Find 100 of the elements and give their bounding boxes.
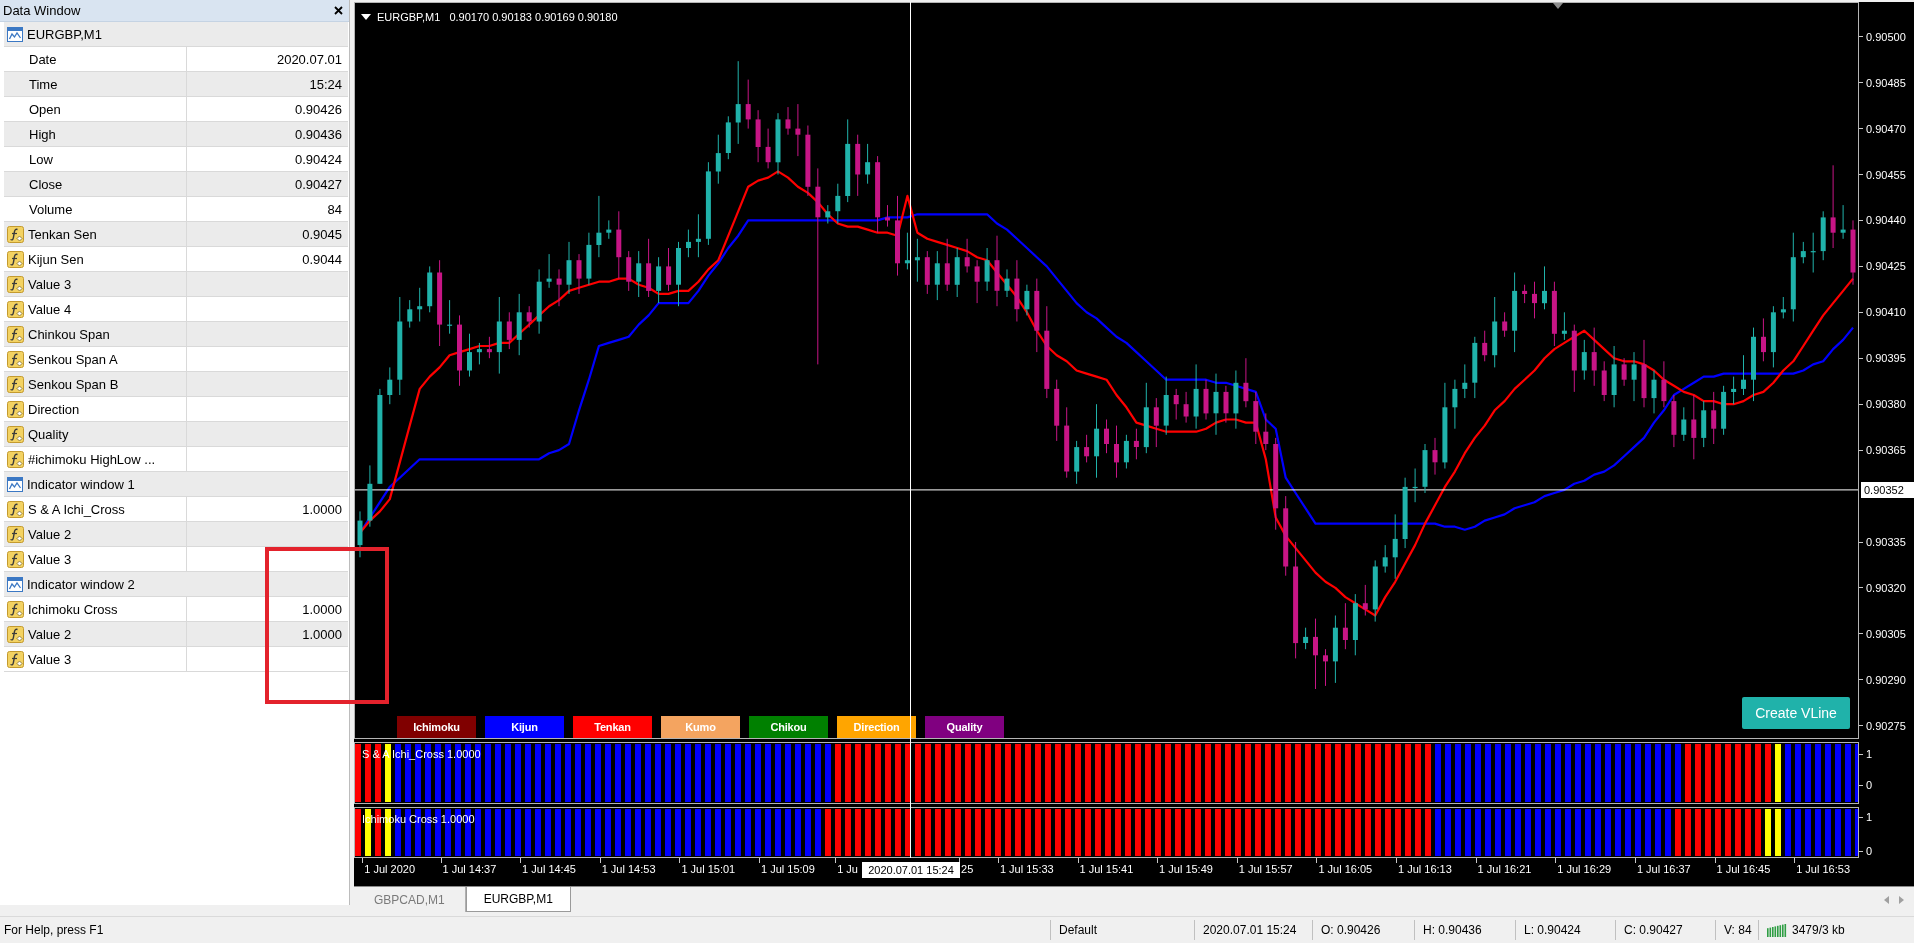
legend-button[interactable]: Quality — [925, 716, 1004, 738]
field-value: 1.0000 — [302, 601, 342, 617]
price-label: 0.90410 — [1866, 306, 1906, 319]
candlestick — [1114, 425, 1119, 479]
time-label: 1 Jul 14:53 — [601, 863, 656, 875]
time-label: 1 Jul 16:45 — [1716, 863, 1771, 875]
candlestick — [964, 238, 970, 273]
candlestick — [835, 183, 841, 224]
field-label: Close — [29, 176, 63, 192]
scale-label: 1 — [1866, 748, 1873, 760]
legend-button[interactable]: Ichimoku — [397, 716, 476, 738]
candlestick — [1591, 327, 1597, 387]
candlestick — [1213, 373, 1219, 436]
candlestick — [984, 247, 990, 292]
row-label: Indicator window 2 — [27, 576, 135, 592]
candlestick — [1761, 317, 1766, 362]
candlestick — [1263, 412, 1269, 451]
shift-marker-icon[interactable] — [1553, 3, 1563, 9]
candlestick — [476, 342, 482, 365]
candlestick — [1392, 513, 1398, 580]
candlestick — [1651, 370, 1657, 414]
chart-tab[interactable]: EURGBP,M1 — [465, 887, 571, 912]
field-label: Senkou Span B — [28, 376, 119, 392]
candlestick — [526, 305, 532, 329]
field-label: Value 3 — [28, 276, 72, 292]
field-label: Value 2 — [28, 626, 72, 642]
field-label: Direction — [28, 401, 80, 417]
field-label: Time — [29, 76, 58, 92]
candlestick — [576, 253, 582, 295]
candlestick — [1542, 265, 1547, 310]
time-label: 1 Jul 16:05 — [1318, 863, 1373, 875]
symbol-label: EURGBP,M1 — [377, 11, 441, 23]
candlestick — [1631, 351, 1637, 402]
candlestick — [865, 143, 871, 185]
time-label: 25 — [961, 863, 974, 875]
time-label: 1 Jul 15:57 — [1238, 863, 1293, 875]
candlestick — [914, 238, 920, 283]
candlestick — [1123, 434, 1129, 469]
function-icon — [7, 500, 24, 518]
chart-tab[interactable]: GBPCAD,M1 — [354, 887, 466, 912]
function-icon — [7, 350, 24, 368]
time-label: 1 Jul 16:29 — [1557, 863, 1612, 875]
candlestick — [467, 333, 472, 378]
candlestick — [546, 253, 552, 289]
candlestick — [1800, 241, 1806, 264]
candlestick — [1532, 281, 1537, 319]
field-label: Chinkou Span — [28, 326, 110, 342]
vline-button[interactable]: Create VLine — [1742, 697, 1850, 729]
row-label: Indicator window 1 — [27, 476, 135, 492]
function-icon — [7, 400, 24, 418]
function-icon — [7, 450, 24, 468]
time-label: 1 Jul 15:09 — [761, 863, 815, 875]
chart-window-icon — [7, 576, 23, 592]
candlestick — [1223, 385, 1229, 424]
candlestick — [1711, 391, 1717, 445]
legend-button[interactable]: Chikou — [749, 716, 828, 738]
legend-button[interactable]: Tenkan — [573, 716, 652, 738]
function-icon — [7, 225, 24, 243]
field-value: 2020.07.01 — [276, 51, 342, 67]
candlestick — [1462, 363, 1468, 399]
candlestick — [1780, 296, 1786, 319]
candlestick — [785, 106, 791, 136]
candlestick — [666, 247, 672, 292]
candlestick — [1313, 618, 1318, 690]
time-label: 1 Jul 14:45 — [522, 863, 576, 875]
candlestick — [1432, 437, 1438, 476]
status-text: 2020.07.01 15:24 — [1203, 923, 1297, 937]
function-icon — [7, 550, 24, 568]
crosshair-price-label: 0.90352 — [1861, 481, 1914, 498]
candlestick — [1153, 397, 1159, 448]
candlestick — [1661, 360, 1667, 408]
close-icon[interactable] — [334, 6, 343, 15]
candlestick — [606, 219, 612, 240]
candlestick — [1731, 376, 1737, 405]
candlestick — [745, 79, 751, 130]
candlestick — [506, 311, 512, 350]
time-label: 1 Jul 15:33 — [999, 863, 1054, 875]
field-label: Low — [29, 151, 53, 167]
candlestick — [1323, 648, 1328, 687]
scale-label: 0 — [1866, 779, 1873, 791]
status-text: H: 0.90436 — [1423, 923, 1482, 937]
candlestick — [1621, 357, 1627, 387]
candlestick — [1084, 434, 1090, 463]
caret-icon[interactable] — [361, 14, 371, 20]
candlestick — [1173, 388, 1179, 420]
field-value: 0.90426 — [295, 101, 342, 117]
status-text: O: 0.90426 — [1321, 923, 1381, 937]
scale-label: 1 — [1866, 811, 1873, 823]
function-icon — [7, 625, 24, 643]
price-label: 0.90485 — [1866, 76, 1906, 89]
candlestick — [1681, 406, 1687, 442]
price-label: 0.90320 — [1866, 581, 1906, 594]
row-label: EURGBP,M1 — [27, 26, 102, 42]
candlestick — [1243, 357, 1249, 408]
field-label: Quality — [28, 426, 69, 442]
function-icon — [7, 425, 24, 443]
field-value: 0.9045 — [302, 226, 342, 242]
field-value: 1.0000 — [302, 626, 342, 642]
legend-button[interactable]: Kijun — [485, 716, 564, 738]
price-label: 0.90365 — [1866, 444, 1906, 457]
